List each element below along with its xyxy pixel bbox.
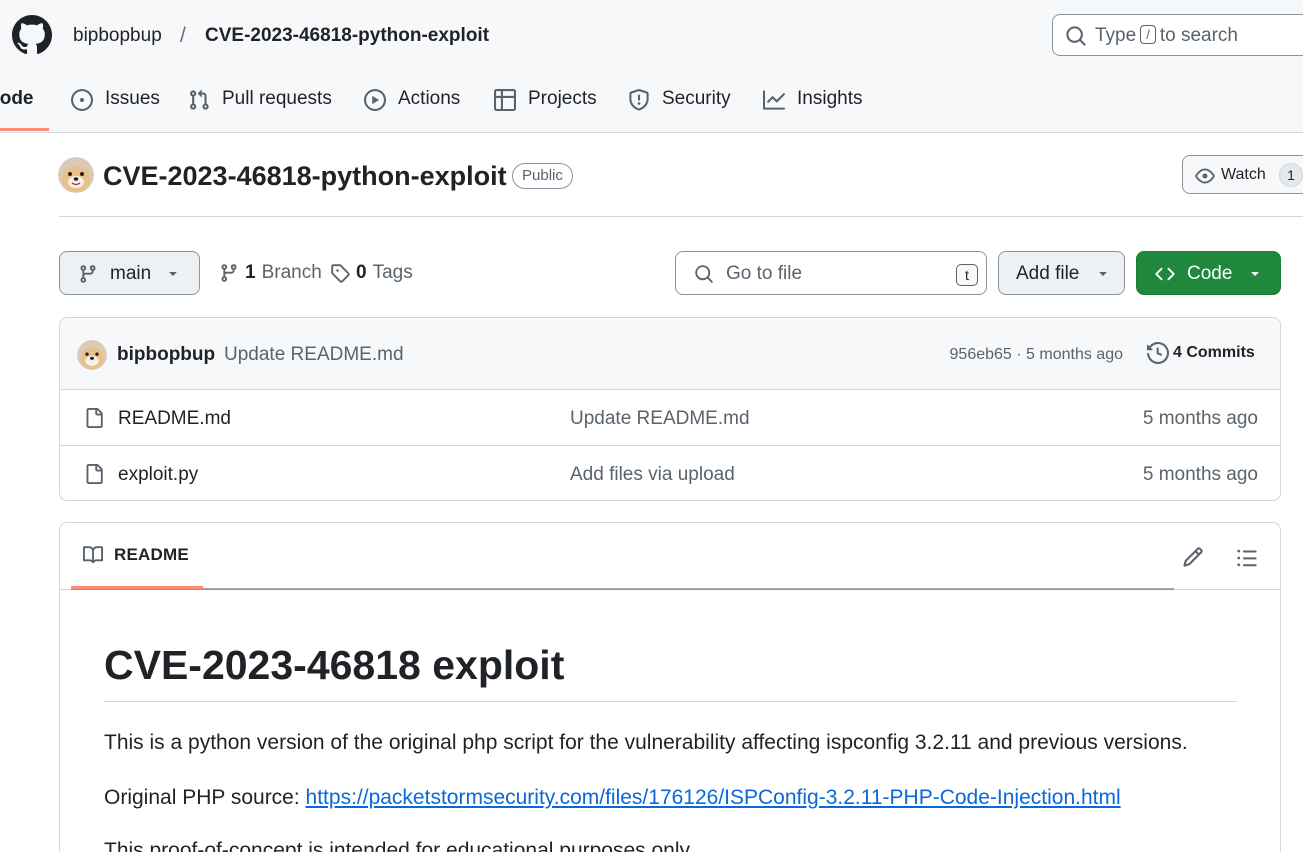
breadcrumb-separator: / <box>180 24 186 47</box>
search-icon <box>695 265 713 283</box>
global-header: bipbopbup / CVE-2023-46818-python-exploi… <box>0 0 1303 133</box>
tab-projects[interactable]: Projects <box>494 84 597 132</box>
go-to-file-shortcut: t <box>956 264 978 286</box>
tags-link[interactable]: 0 Tags <box>330 262 413 284</box>
tab-insights[interactable]: Insights <box>763 84 862 132</box>
readme-tabbar: README <box>60 523 1280 590</box>
tag-count-label: Tags <box>372 262 413 283</box>
visibility-badge: Public <box>512 163 573 189</box>
file-commit-message[interactable]: Update README.md <box>570 408 750 430</box>
branch-count: 1 <box>245 262 256 283</box>
tag-icon <box>331 264 350 283</box>
tab-readme[interactable]: README <box>82 545 189 565</box>
eye-icon <box>1195 168 1215 184</box>
title-divider <box>59 216 1303 217</box>
branch-name: main <box>110 263 152 284</box>
search-icon <box>1066 26 1086 46</box>
file-list: bipbopbup Update README.md 956eb65 · 5 m… <box>59 317 1281 501</box>
chevron-down-icon <box>1251 272 1259 276</box>
readme-heading: CVE-2023-46818 exploit <box>104 642 565 688</box>
tab-security[interactable]: Security <box>628 84 731 132</box>
history-icon <box>1147 342 1169 364</box>
code-icon <box>1155 267 1175 281</box>
readme-disclaimer: This proof-of-concept is intended for ed… <box>104 839 695 852</box>
commit-message[interactable]: Update README.md <box>224 344 404 366</box>
tab-projects-label: Projects <box>528 88 597 109</box>
code-button[interactable]: Code <box>1136 251 1281 295</box>
add-file-label: Add file <box>1016 263 1080 284</box>
tab-actions-label: Actions <box>398 88 461 109</box>
tab-insights-label: Insights <box>797 88 863 109</box>
branches-link[interactable]: 1 Branch <box>219 262 322 284</box>
breadcrumb-repo[interactable]: CVE-2023-46818-python-exploit <box>205 24 489 48</box>
active-tab-underline <box>0 128 49 131</box>
watch-button[interactable]: Watch 1 <box>1182 155 1303 194</box>
search-shortcut-key: / <box>1140 25 1156 44</box>
readme-tab-divider-dark <box>71 588 1174 590</box>
watch-label: Watch <box>1221 166 1266 183</box>
go-to-file-input[interactable]: Go to file t <box>675 251 987 295</box>
commit-author[interactable]: bipbopbup <box>117 344 215 366</box>
avatar[interactable] <box>77 340 107 370</box>
readme-panel: README CVE-2023-46818 exploit This is a … <box>59 522 1281 852</box>
chevron-down-icon <box>1099 272 1107 276</box>
table-row[interactable]: README.md Update README.md 5 months ago <box>60 390 1280 446</box>
watch-count: 1 <box>1279 163 1303 187</box>
go-to-file-placeholder: Go to file <box>726 263 803 284</box>
tab-code[interactable]: Code <box>0 84 34 132</box>
readme-source-paragraph: Original PHP source: https://packetstorm… <box>104 784 1121 812</box>
branch-select-button[interactable]: main <box>59 251 200 295</box>
file-commit-message[interactable]: Add files via upload <box>570 464 735 486</box>
tab-security-label: Security <box>662 88 731 109</box>
graph-icon <box>763 90 785 110</box>
commit-count-label: 4 Commits <box>1173 344 1255 361</box>
pencil-icon[interactable] <box>1182 546 1204 568</box>
file-icon <box>86 408 103 428</box>
active-tab-underline <box>71 586 203 589</box>
tab-issues-label: Issues <box>105 88 160 109</box>
branch-count-label: Branch <box>261 262 322 283</box>
tab-pull-requests[interactable]: Pull requests <box>188 84 332 132</box>
play-icon <box>364 89 386 111</box>
github-logo-icon[interactable] <box>12 15 52 55</box>
commits-link[interactable]: 4 Commits <box>1147 342 1255 364</box>
source-label: Original PHP source: <box>104 786 300 809</box>
tab-issues[interactable]: Issues <box>71 84 160 132</box>
heading-rule <box>104 701 1237 702</box>
table-icon <box>494 89 516 111</box>
file-commit-age: 5 months ago <box>1142 408 1258 429</box>
search-placeholder: Type / to search <box>1095 25 1238 46</box>
pull-request-icon <box>190 89 209 110</box>
issue-icon <box>71 89 93 111</box>
table-row[interactable]: exploit.py Add files via upload 5 months… <box>60 446 1280 500</box>
file-name[interactable]: README.md <box>118 408 231 430</box>
shield-icon <box>629 89 649 111</box>
readme-paragraph: This is a python version of the original… <box>104 731 1188 754</box>
file-commit-age: 5 months ago <box>1142 464 1258 485</box>
git-branch-icon <box>80 265 96 283</box>
chevron-down-icon <box>169 272 177 276</box>
source-link[interactable]: https://packetstormsecurity.com/files/17… <box>306 786 1121 809</box>
tag-count: 0 <box>356 262 367 283</box>
list-unordered-icon[interactable] <box>1236 547 1258 569</box>
code-button-label: Code <box>1187 263 1233 284</box>
file-name[interactable]: exploit.py <box>118 464 198 486</box>
book-icon <box>83 546 104 564</box>
file-icon <box>86 464 103 484</box>
tab-readme-label: README <box>114 545 189 564</box>
latest-commit-bar: bipbopbup Update README.md 956eb65 · 5 m… <box>60 318 1280 390</box>
breadcrumb-owner[interactable]: bipbopbup <box>73 24 162 48</box>
git-branch-icon <box>221 264 237 282</box>
add-file-button[interactable]: Add file <box>998 251 1125 295</box>
tab-actions[interactable]: Actions <box>364 84 460 132</box>
tab-code-label: Code <box>0 88 34 109</box>
repo-title[interactable]: CVE-2023-46818-python-exploit <box>103 160 507 192</box>
owner-avatar[interactable] <box>58 157 94 193</box>
global-search-input[interactable]: Type / to search <box>1052 14 1303 56</box>
commit-sha-age[interactable]: 956eb65 · 5 months ago <box>950 346 1123 364</box>
tab-pull-requests-label: Pull requests <box>222 88 332 109</box>
